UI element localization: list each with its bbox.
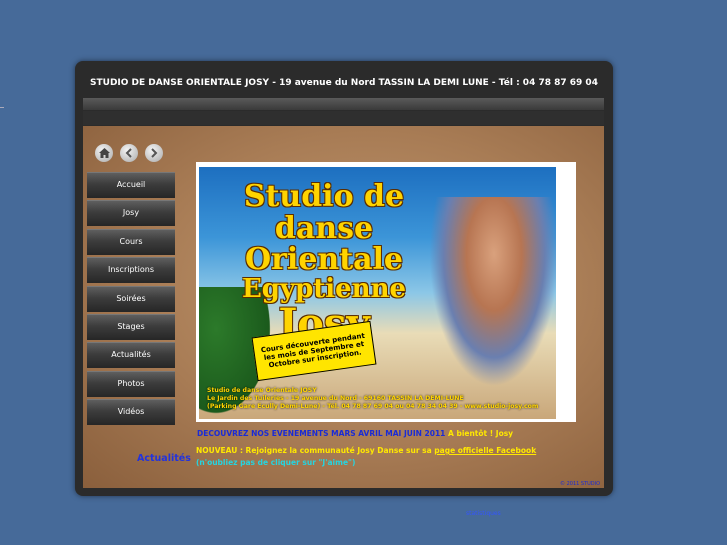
banner-address: Studio de danse Orientale JOSY Le Jardin… bbox=[207, 387, 552, 410]
content-area: Accueil Josy Cours Inscriptions Soirées … bbox=[83, 126, 604, 488]
banner-title: Studio de danse Orientale Egyptienne Jos… bbox=[199, 181, 449, 345]
decorative-dash bbox=[0, 107, 4, 108]
menu-item-stages[interactable]: Stages bbox=[87, 313, 175, 340]
site-frame: STUDIO DE DANSE ORIENTALE JOSY - 19 aven… bbox=[75, 61, 613, 496]
address-line-3: (Parking Gare Ecully Demi-Lune) - Tél. 0… bbox=[207, 402, 539, 410]
top-navbar bbox=[83, 98, 604, 110]
facebook-announcement: NOUVEAU : Rejoignez la communauté Josy D… bbox=[196, 445, 536, 468]
events-announcement: DECOUVREZ NOS EVENEMENTS MARS AVRIL MAI … bbox=[197, 429, 513, 438]
menu-item-photos[interactable]: Photos bbox=[87, 370, 175, 397]
banner-title-line-2: Orientale bbox=[244, 242, 403, 277]
menu-item-accueil[interactable]: Accueil bbox=[87, 172, 175, 198]
events-signoff: A bientôt ! Josy bbox=[448, 429, 514, 438]
actualites-label: Actualités bbox=[137, 453, 191, 464]
banner-title-line-1: Studio de danse bbox=[243, 179, 405, 246]
menu-item-cours[interactable]: Cours bbox=[87, 228, 175, 255]
banner-frame: Studio de danse Orientale Egyptienne Jos… bbox=[196, 162, 576, 422]
events-text: DECOUVREZ NOS EVENEMENTS MARS AVRIL MAI … bbox=[197, 429, 446, 438]
menu-item-inscriptions[interactable]: Inscriptions bbox=[87, 257, 175, 284]
menu-item-josy[interactable]: Josy bbox=[87, 200, 175, 227]
menu-item-videos[interactable]: Vidéos bbox=[87, 399, 175, 426]
menu-item-soirees[interactable]: Soirées bbox=[87, 285, 175, 312]
nav-icons bbox=[95, 144, 163, 162]
forward-arrow-icon[interactable] bbox=[145, 144, 163, 162]
home-icon[interactable] bbox=[95, 144, 113, 162]
address-line-1: Studio de danse Orientale JOSY bbox=[207, 387, 317, 394]
statistics-link[interactable]: statistiques bbox=[466, 510, 501, 517]
banner-image: Studio de danse Orientale Egyptienne Jos… bbox=[199, 167, 556, 419]
sidebar-menu: Accueil Josy Cours Inscriptions Soirées … bbox=[87, 172, 175, 428]
address-line-2: Le Jardin des Tuileries - 19 avenue du N… bbox=[207, 394, 464, 402]
like-reminder: (n'oubliez pas de cliquer sur "J'aime") bbox=[196, 457, 356, 467]
menu-item-actualites[interactable]: Actualités bbox=[87, 342, 175, 369]
banner-title-line-3: Egyptienne bbox=[241, 273, 407, 304]
header-title: STUDIO DE DANSE ORIENTALE JOSY - 19 aven… bbox=[90, 78, 598, 88]
copyright-link[interactable]: © 2011 STUDIO bbox=[560, 481, 600, 487]
back-arrow-icon[interactable] bbox=[120, 144, 138, 162]
facebook-link[interactable]: page officielle Facebook bbox=[434, 446, 536, 455]
new-prefix: NOUVEAU : Rejoignez la communauté Josy D… bbox=[196, 446, 432, 455]
dark-band bbox=[83, 111, 604, 125]
